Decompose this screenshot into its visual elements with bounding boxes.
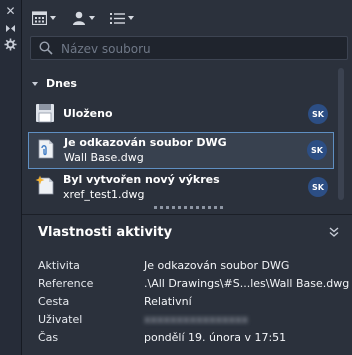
view-options-button[interactable] [110,9,134,27]
date-filter-button[interactable] [32,9,56,27]
save-icon [36,104,54,123]
properties-header: Vlastnosti aktivity [22,216,352,248]
avatar: SK [307,140,327,160]
property-row-user: Uživatel xxxxxxxxxxxxxxxx [22,311,352,329]
divider [22,214,352,215]
property-label: Cesta [38,295,70,308]
collapse-caret-icon [32,81,38,86]
activity-filename: Wall Base.dwg [64,151,144,164]
panel-side-strip: ✕ [0,0,22,355]
property-label: Čas [38,331,59,344]
list-icon [110,12,125,24]
activity-item[interactable]: Uloženo SK [28,98,334,130]
search-box [30,36,348,60]
search-input[interactable] [59,39,333,59]
activity-title: Uloženo [63,107,113,120]
property-row-path: Cesta Relativní [22,293,352,311]
activity-item-selected[interactable]: Je odkazován soubor DWG Wall Base.dwg SK [28,132,334,169]
toolbar [22,0,352,34]
property-row-activity: Aktivita Je odkazován soubor DWG [22,257,352,275]
property-label: Uživatel [38,313,83,326]
avatar: SK [308,177,328,197]
chevron-down-icon [128,16,134,20]
avatar: SK [308,104,328,124]
properties-title: Vlastnosti aktivity [38,225,173,240]
property-row-time: Čas pondělí 19. února v 17:51 [22,329,352,347]
property-row-reference: Reference .\All Drawings\#S...les\Wall B… [22,275,352,293]
auto-hide-icon[interactable] [4,22,17,35]
activity-item[interactable]: Byl vytvořen nový výkres xref_test1.dwg … [28,170,334,206]
chevron-down-icon [50,16,56,20]
property-value: Je odkazován soubor DWG [144,259,290,272]
xref-drawing-icon [38,139,54,159]
settings-icon[interactable] [4,38,17,51]
close-icon[interactable]: ✕ [4,5,17,18]
property-value: Relativní [144,295,192,308]
group-header-today[interactable]: Dnes [32,77,77,90]
activity-title: Byl vytvořen nový výkres [63,173,220,186]
user-filter-button[interactable] [72,9,95,27]
property-value-redacted: xxxxxxxxxxxxxxxx [144,313,249,326]
activity-title: Je odkazován soubor DWG [64,136,227,149]
property-value: .\All Drawings\#S...les\Wall Base.dwg [144,277,350,290]
new-drawing-icon [35,175,54,195]
activity-panel: Dnes Uloženo SK Je odkazován soubor DWG … [22,0,352,355]
property-value: pondělí 19. února v 17:51 [144,331,287,344]
group-label: Dnes [46,77,77,90]
activity-filename: xref_test1.dwg [63,188,145,201]
property-label: Reference [38,277,94,290]
calendar-icon [32,11,47,25]
property-label: Aktivita [38,259,80,272]
resize-handle[interactable] [154,206,223,209]
user-icon [73,11,85,25]
chevron-down-icon [89,16,95,20]
scrollbar[interactable] [338,68,344,200]
search-icon [39,41,53,55]
double-chevron-down-icon[interactable] [328,226,340,238]
